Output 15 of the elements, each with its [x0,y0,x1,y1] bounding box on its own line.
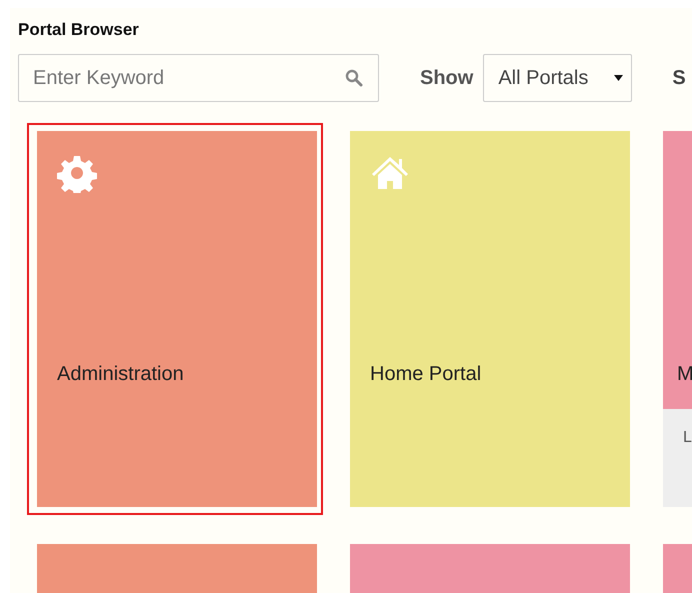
portal-tile[interactable]: M L [663,131,692,507]
portal-description: L [663,409,692,507]
portal-tile[interactable]: Home Portal [350,131,630,507]
search-field[interactable]: Enter Keyword [18,54,379,102]
page-title: Portal Browser [18,20,140,40]
sort-label: S [672,66,686,90]
search-icon[interactable] [345,69,363,87]
portal-name: Home Portal [370,363,482,386]
portal-filter-dropdown[interactable]: All Portals [483,54,632,102]
portal-tile[interactable]: Administration [37,131,317,507]
gear-icon [57,153,97,193]
portal-name: Administration [57,363,184,386]
portal-name: M [677,363,692,386]
show-label: Show [420,66,474,90]
caret-icon [614,75,624,81]
